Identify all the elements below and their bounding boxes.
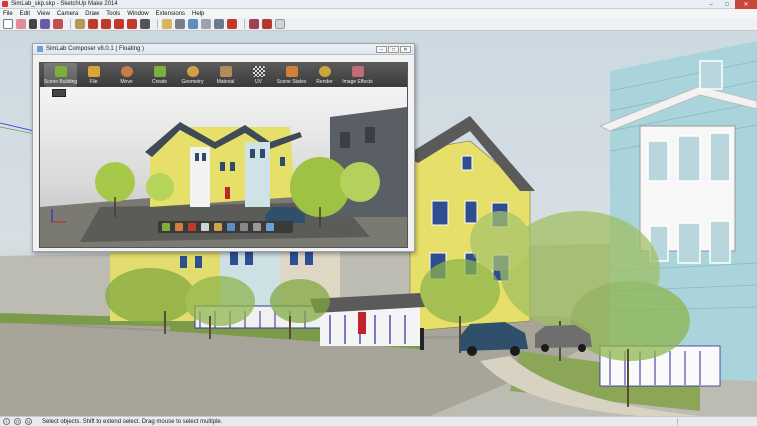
composer-view-toolbar xyxy=(158,221,293,233)
ribbon-file[interactable]: File xyxy=(77,63,110,87)
ribbon-geometry[interactable]: Geometry xyxy=(176,63,209,87)
ribbon-create[interactable]: Create xyxy=(143,63,176,87)
menu-view[interactable]: View xyxy=(37,11,50,17)
composer-controls: – □ ✕ xyxy=(375,46,411,53)
tape-measure-icon[interactable] xyxy=(140,19,150,29)
layout-icon[interactable] xyxy=(275,19,285,29)
composer-panel: Scene Building File Move Create Geometry xyxy=(39,62,408,248)
select-icon[interactable] xyxy=(3,19,13,29)
paint-bucket-icon[interactable] xyxy=(175,19,185,29)
menu-help[interactable]: Help xyxy=(192,11,204,17)
pan-icon[interactable] xyxy=(201,19,211,29)
display-icon[interactable] xyxy=(266,223,274,231)
user-icon[interactable]: u xyxy=(25,418,32,425)
menu-window[interactable]: Window xyxy=(127,11,148,17)
composer-title: SimLab Composer v8.0.1 ( Floating ) xyxy=(46,46,145,52)
uv-checker-icon xyxy=(252,66,265,77)
offset-icon[interactable] xyxy=(127,19,137,29)
toolbar-divider xyxy=(70,19,71,29)
geometry-icon xyxy=(186,66,199,77)
geo-icon[interactable]: o xyxy=(14,418,21,425)
shading-icon[interactable] xyxy=(253,223,261,231)
close-button[interactable]: ✕ xyxy=(735,0,757,9)
composer-restore-button[interactable]: □ xyxy=(388,46,399,53)
menu-extensions[interactable]: Extensions xyxy=(156,11,185,17)
window-controls: – □ ✕ xyxy=(703,0,757,9)
window-title: SimLab_skp.skp - SketchUp Make 2014 xyxy=(11,1,118,7)
image-effects-icon xyxy=(351,66,364,77)
composer-close-button[interactable]: ✕ xyxy=(400,46,411,53)
ribbon-render[interactable]: Render xyxy=(308,63,341,87)
menu-edit[interactable]: Edit xyxy=(20,11,30,17)
title-bar: SimLab_skp.skp - SketchUp Make 2014 – □ … xyxy=(0,0,757,9)
ribbon-scene-states[interactable]: Scene States xyxy=(275,63,308,87)
zoom-extents-icon[interactable] xyxy=(227,19,237,29)
material-icon xyxy=(219,66,232,77)
menu-file[interactable]: File xyxy=(3,11,13,17)
rotate-icon[interactable] xyxy=(101,19,111,29)
zoom-view-icon[interactable] xyxy=(227,223,235,231)
render-icon xyxy=(318,66,331,77)
menu-camera[interactable]: Camera xyxy=(57,11,78,17)
composer-minimize-button[interactable]: – xyxy=(376,46,387,53)
modeling-viewport[interactable]: SimLab Composer v8.0.1 ( Floating ) – □ … xyxy=(0,31,757,416)
shape-icon[interactable] xyxy=(53,19,63,29)
composer-ribbon: Scene Building File Move Create Geometry xyxy=(40,63,407,87)
scene-states-icon xyxy=(285,66,298,77)
move-icon[interactable] xyxy=(88,19,98,29)
menu-draw[interactable]: Draw xyxy=(85,11,99,17)
ribbon-move[interactable]: Move xyxy=(110,63,143,87)
simlab-composer-window[interactable]: SimLab Composer v8.0.1 ( Floating ) – □ … xyxy=(32,43,415,252)
move-icon xyxy=(120,66,133,77)
light-icon[interactable] xyxy=(188,223,196,231)
text-icon[interactable] xyxy=(162,19,172,29)
minimize-button[interactable]: – xyxy=(703,0,719,9)
composer-3d-view[interactable] xyxy=(40,87,407,247)
extension-icon[interactable] xyxy=(262,19,272,29)
status-message: Select objects. Shift to extend select. … xyxy=(42,418,223,425)
status-bar: i o u Select objects. Shift to extend se… xyxy=(0,416,757,426)
ribbon-scene-building[interactable]: Scene Building xyxy=(44,63,77,87)
info-icon[interactable]: i xyxy=(3,418,10,425)
orbit-icon[interactable] xyxy=(188,19,198,29)
create-icon xyxy=(153,66,166,77)
toolbar-divider xyxy=(244,19,245,29)
menu-tools[interactable]: Tools xyxy=(106,11,120,17)
ribbon-material[interactable]: Material xyxy=(209,63,242,87)
composer-title-bar[interactable]: SimLab Composer v8.0.1 ( Floating ) – □ … xyxy=(33,44,414,55)
view-toggle-button[interactable] xyxy=(52,89,66,97)
arc-icon[interactable] xyxy=(40,19,50,29)
warehouse-icon[interactable] xyxy=(249,19,259,29)
measurements-box[interactable] xyxy=(677,418,757,425)
ribbon-uv[interactable]: UV xyxy=(242,63,275,87)
scale-icon[interactable] xyxy=(114,19,124,29)
push-pull-icon[interactable] xyxy=(75,19,85,29)
menu-bar: File Edit View Camera Draw Tools Window … xyxy=(0,9,757,18)
orbit-view-icon[interactable] xyxy=(214,223,222,231)
maximize-button[interactable]: □ xyxy=(719,0,735,9)
file-icon xyxy=(87,66,100,77)
toolbar-divider xyxy=(157,19,158,29)
select-tool-icon[interactable] xyxy=(201,223,209,231)
sketchup-logo-icon xyxy=(2,1,8,7)
main-toolbar xyxy=(0,18,757,31)
fit-view-icon[interactable] xyxy=(240,223,248,231)
ribbon-image-effects[interactable]: Image Effects xyxy=(341,63,374,87)
zoom-icon[interactable] xyxy=(214,19,224,29)
scene-building-icon xyxy=(54,66,67,77)
camera-icon[interactable] xyxy=(175,223,183,231)
pencil-icon[interactable] xyxy=(29,19,37,29)
eraser-icon[interactable] xyxy=(16,19,26,29)
simlab-logo-icon xyxy=(37,46,43,52)
scene-view-icon[interactable] xyxy=(162,223,170,231)
